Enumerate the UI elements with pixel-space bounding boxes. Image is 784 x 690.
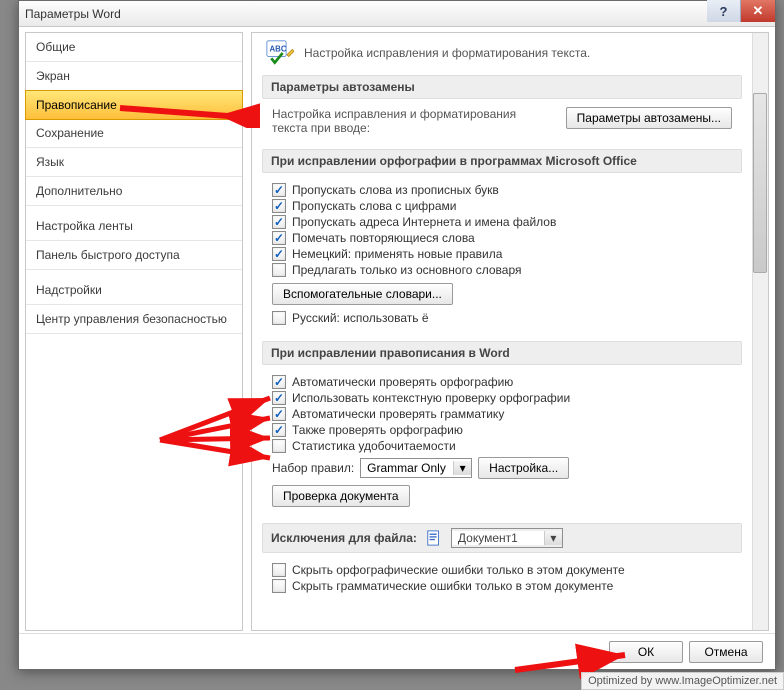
checkbox-also-spell[interactable] [272, 423, 286, 437]
help-button[interactable]: ? [707, 0, 741, 22]
exclusion-file-value: Документ1 [452, 531, 544, 545]
scroll-thumb[interactable] [753, 93, 767, 273]
autocorrect-options-button[interactable]: Параметры автозамены... [566, 107, 732, 129]
checkbox-auto-spell[interactable] [272, 375, 286, 389]
document-icon [425, 529, 443, 547]
section-office-spelling-title: При исправлении орфографии в программах … [262, 149, 742, 173]
checkbox-readability[interactable] [272, 439, 286, 453]
intro-text: Настройка исправления и форматирования т… [304, 46, 590, 60]
exclusion-file-select[interactable]: Документ1 ▾ [451, 528, 563, 548]
close-button[interactable]: ✕ [741, 0, 775, 22]
sidebar-item-general[interactable]: Общие [26, 33, 242, 62]
options-panel: ABC Настройка исправления и форматирован… [251, 32, 769, 631]
checkbox-urls[interactable] [272, 215, 286, 229]
checkbox-hide-grammar[interactable] [272, 579, 286, 593]
sidebar-item-proofing[interactable]: Правописание [25, 90, 243, 120]
checkbox-contextual[interactable] [272, 391, 286, 405]
autocorrect-text: Настройка исправления и форматирования т… [272, 107, 552, 135]
category-sidebar: Общие Экран Правописание Сохранение Язык… [25, 32, 243, 631]
titlebar: Параметры Word ? ✕ [19, 1, 775, 27]
ok-button[interactable]: ОК [609, 641, 683, 663]
ruleset-value: Grammar Only [361, 461, 453, 475]
sidebar-item-qat[interactable]: Панель быстрого доступа [26, 241, 242, 270]
cancel-button[interactable]: Отмена [689, 641, 763, 663]
sidebar-item-addins[interactable]: Надстройки [26, 276, 242, 305]
checkbox-german[interactable] [272, 247, 286, 261]
checkbox-hide-spell[interactable] [272, 563, 286, 577]
dialog-footer: ОК Отмена [19, 633, 775, 669]
options-dialog: Параметры Word ? ✕ Общие Экран Правописа… [18, 0, 776, 670]
chevron-down-icon: ▾ [453, 461, 471, 475]
checkbox-russian-yo[interactable] [272, 311, 286, 325]
dialog-title: Параметры Word [25, 7, 121, 21]
sidebar-item-ribbon[interactable]: Настройка ленты [26, 212, 242, 241]
checkbox-auto-grammar[interactable] [272, 407, 286, 421]
sidebar-item-save[interactable]: Сохранение [26, 119, 242, 148]
section-word-spelling-title: При исправлении правописания в Word [262, 341, 742, 365]
proofing-icon: ABC [266, 39, 294, 67]
chevron-down-icon: ▾ [544, 531, 562, 545]
watermark: Optimized by www.ImageOptimizer.net [581, 672, 784, 690]
ruleset-select[interactable]: Grammar Only ▾ [360, 458, 472, 478]
checkbox-uppercase[interactable] [272, 183, 286, 197]
ruleset-label: Набор правил: [272, 461, 354, 475]
scrollbar[interactable] [752, 33, 768, 630]
sidebar-item-trust[interactable]: Центр управления безопасностью [26, 305, 242, 334]
sidebar-item-advanced[interactable]: Дополнительно [26, 177, 242, 206]
checkbox-repeated[interactable] [272, 231, 286, 245]
section-autocorrect-title: Параметры автозамены [262, 75, 742, 99]
sidebar-item-display[interactable]: Экран [26, 62, 242, 91]
svg-text:ABC: ABC [270, 44, 287, 53]
section-exclusions-title: Исключения для файла: [271, 531, 417, 545]
recheck-document-button[interactable]: Проверка документа [272, 485, 410, 507]
checkbox-main-dict[interactable] [272, 263, 286, 277]
custom-dictionaries-button[interactable]: Вспомогательные словари... [272, 283, 453, 305]
sidebar-item-language[interactable]: Язык [26, 148, 242, 177]
grammar-settings-button[interactable]: Настройка... [478, 457, 569, 479]
checkbox-numbers[interactable] [272, 199, 286, 213]
